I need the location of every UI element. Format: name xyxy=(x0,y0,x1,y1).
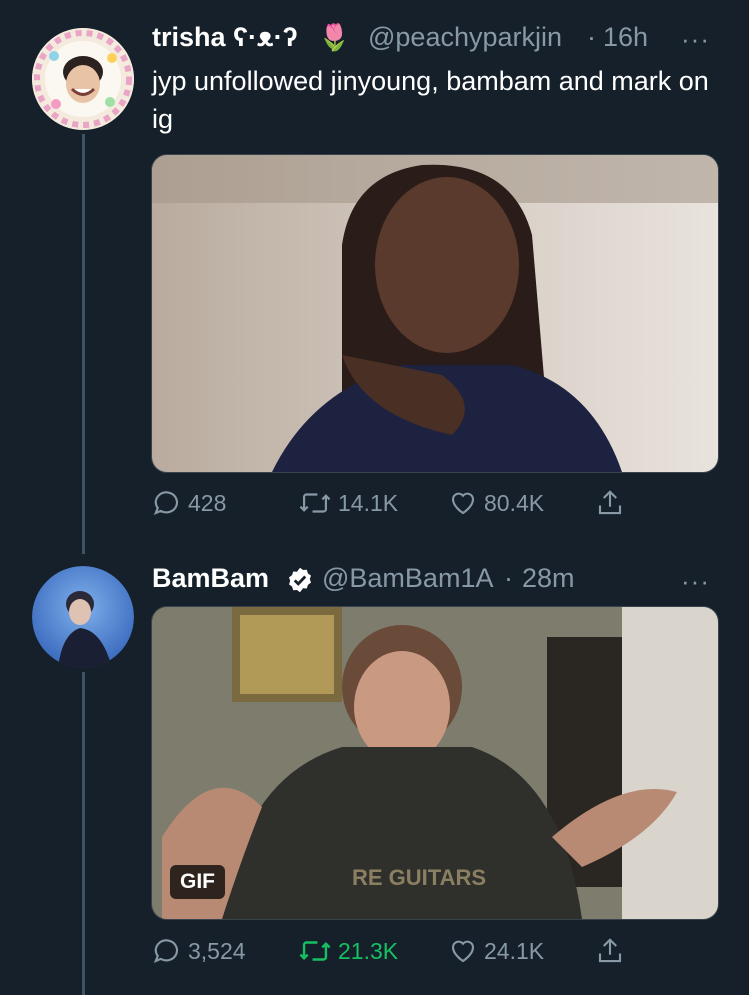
tulip-emoji: 🌷 xyxy=(318,22,351,52)
retweet-count: 14.1K xyxy=(338,489,399,516)
more-options-icon[interactable]: ··· xyxy=(681,24,710,55)
user-handle[interactable]: @peachyparkjin xyxy=(368,22,562,53)
share-button[interactable] xyxy=(595,936,631,966)
share-icon xyxy=(598,490,622,515)
avatar-trisha[interactable] xyxy=(32,28,134,130)
heart-icon xyxy=(451,940,475,963)
tweet-text: jyp unfollowed jinyoung, bambam and mark… xyxy=(152,66,709,134)
thread-line-lower xyxy=(82,672,85,995)
tweet-gif[interactable]: RE GUITARS GIF xyxy=(151,606,719,920)
share-icon xyxy=(598,938,622,963)
reply-icon xyxy=(153,491,178,515)
share-button[interactable] xyxy=(595,488,631,518)
tweet-image[interactable] xyxy=(151,154,719,473)
reply-count: 3,524 xyxy=(188,937,246,964)
retweet-button[interactable]: 14.1K xyxy=(298,488,398,518)
avatar-bambam[interactable] xyxy=(32,566,134,668)
time-separator: · xyxy=(587,22,596,52)
timestamp[interactable]: 28m xyxy=(522,563,575,594)
reply-count: 428 xyxy=(188,489,227,516)
thread-line-upper xyxy=(82,134,85,554)
time-separator: · xyxy=(504,563,513,593)
display-name[interactable]: BamBam xyxy=(152,563,269,594)
svg-text:RE GUITARS: RE GUITARS xyxy=(352,865,486,890)
reply-icon xyxy=(153,939,178,963)
like-count: 24.1K xyxy=(484,937,545,964)
reply-button[interactable]: 3,524 xyxy=(152,936,246,966)
like-button[interactable]: 24.1K xyxy=(448,936,544,966)
timestamp[interactable]: 16h xyxy=(603,22,648,53)
verified-badge-icon xyxy=(289,567,311,593)
gif-placeholder: RE GUITARS xyxy=(152,607,718,919)
retweet-count: 21.3K xyxy=(338,937,399,964)
retweet-button[interactable]: 21.3K xyxy=(298,936,398,966)
heart-icon xyxy=(451,492,475,515)
like-count: 80.4K xyxy=(484,489,545,516)
user-handle[interactable]: @BamBam1A xyxy=(322,563,493,594)
like-button[interactable]: 80.4K xyxy=(448,488,544,518)
retweet-icon xyxy=(299,941,331,961)
more-options-icon[interactable]: ··· xyxy=(681,566,710,597)
image-placeholder xyxy=(152,155,718,472)
reply-button[interactable]: 428 xyxy=(152,488,226,518)
display-name[interactable]: trisha ʕ·ᴥ·ʔ xyxy=(152,22,298,53)
retweet-icon xyxy=(299,493,331,513)
gif-badge: GIF xyxy=(170,865,225,899)
